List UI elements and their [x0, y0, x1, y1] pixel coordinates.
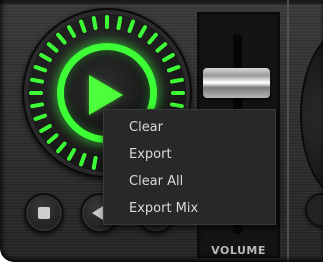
ring-segment [46, 133, 59, 144]
ring-segment [33, 65, 47, 73]
ring-segment [79, 153, 87, 167]
menu-item-export[interactable]: Export [104, 141, 275, 168]
ring-segment [30, 77, 45, 84]
ring-segment [147, 32, 158, 45]
ring-segment [138, 25, 147, 38]
right-turntable-platter[interactable] [300, 30, 323, 200]
previous-icon [92, 206, 103, 220]
stop-icon [38, 207, 50, 219]
menu-item-clear-all[interactable]: Clear All [104, 168, 275, 195]
ring-segment [56, 32, 67, 45]
ring-segment [169, 102, 184, 109]
dj-app-window: VOLUME Clear Export Clear All Export Mix [0, 0, 323, 262]
ring-segment [162, 53, 175, 62]
ring-segment [33, 113, 47, 121]
ring-segment [169, 77, 184, 84]
menu-item-clear[interactable]: Clear [104, 114, 275, 141]
ring-segment [39, 53, 52, 62]
volume-label: VOLUME [211, 244, 266, 257]
ring-segment [67, 25, 76, 38]
ring-segment [127, 19, 135, 33]
top-divider [0, 0, 323, 4]
ring-segment [46, 42, 59, 53]
ring-segment [155, 42, 168, 53]
ring-segment [39, 124, 52, 133]
menu-item-export-mix[interactable]: Export Mix [104, 195, 275, 222]
ring-segment [56, 141, 67, 154]
context-menu: Clear Export Clear All Export Mix [103, 109, 276, 225]
volume-fader-handle[interactable] [203, 68, 270, 98]
ring-segment [116, 16, 123, 31]
ring-segment [79, 19, 87, 33]
ring-segment [91, 16, 98, 31]
ring-segment [91, 155, 98, 170]
deck-divider [287, 0, 289, 262]
right-deck-button[interactable] [305, 193, 323, 227]
ring-segment [30, 102, 45, 109]
ring-segment [167, 65, 181, 73]
stop-button[interactable] [24, 193, 64, 233]
ring-segment [67, 148, 76, 161]
